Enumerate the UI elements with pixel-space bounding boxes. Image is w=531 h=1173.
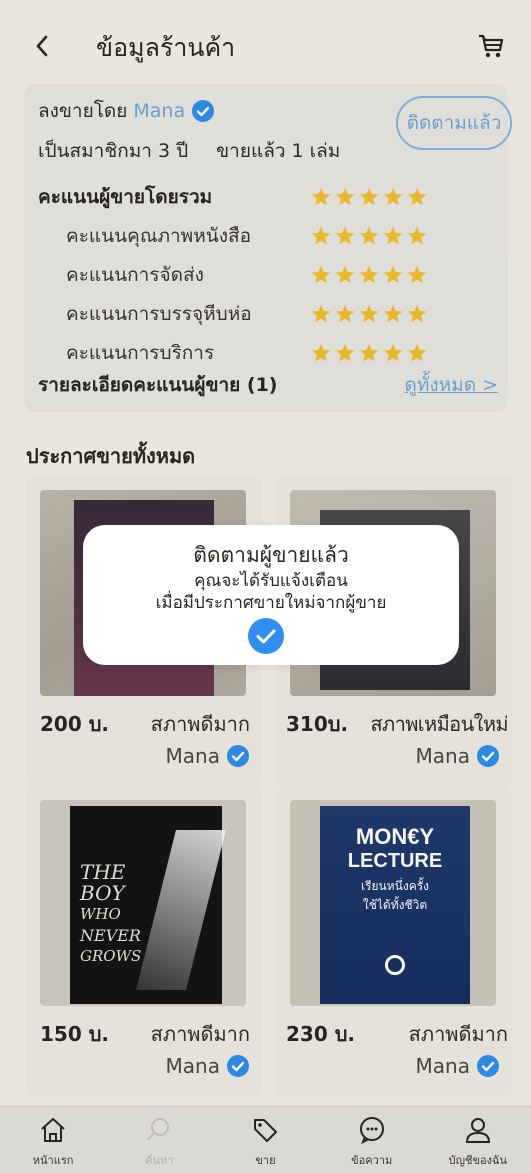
toast-message-line2: เมื่อมีประกาศขายใหม่จากผู้ขาย xyxy=(155,593,387,613)
store-info-screen: ข้อมูลร้านค้า ลงขายโดย Mana เป็นสมาชิกมา… xyxy=(0,0,531,1173)
follow-success-toast: ติดตามผู้ขายแล้ว คุณจะได้รับแจ้งเตือน เม… xyxy=(83,525,459,665)
check-circle-icon xyxy=(248,618,284,654)
